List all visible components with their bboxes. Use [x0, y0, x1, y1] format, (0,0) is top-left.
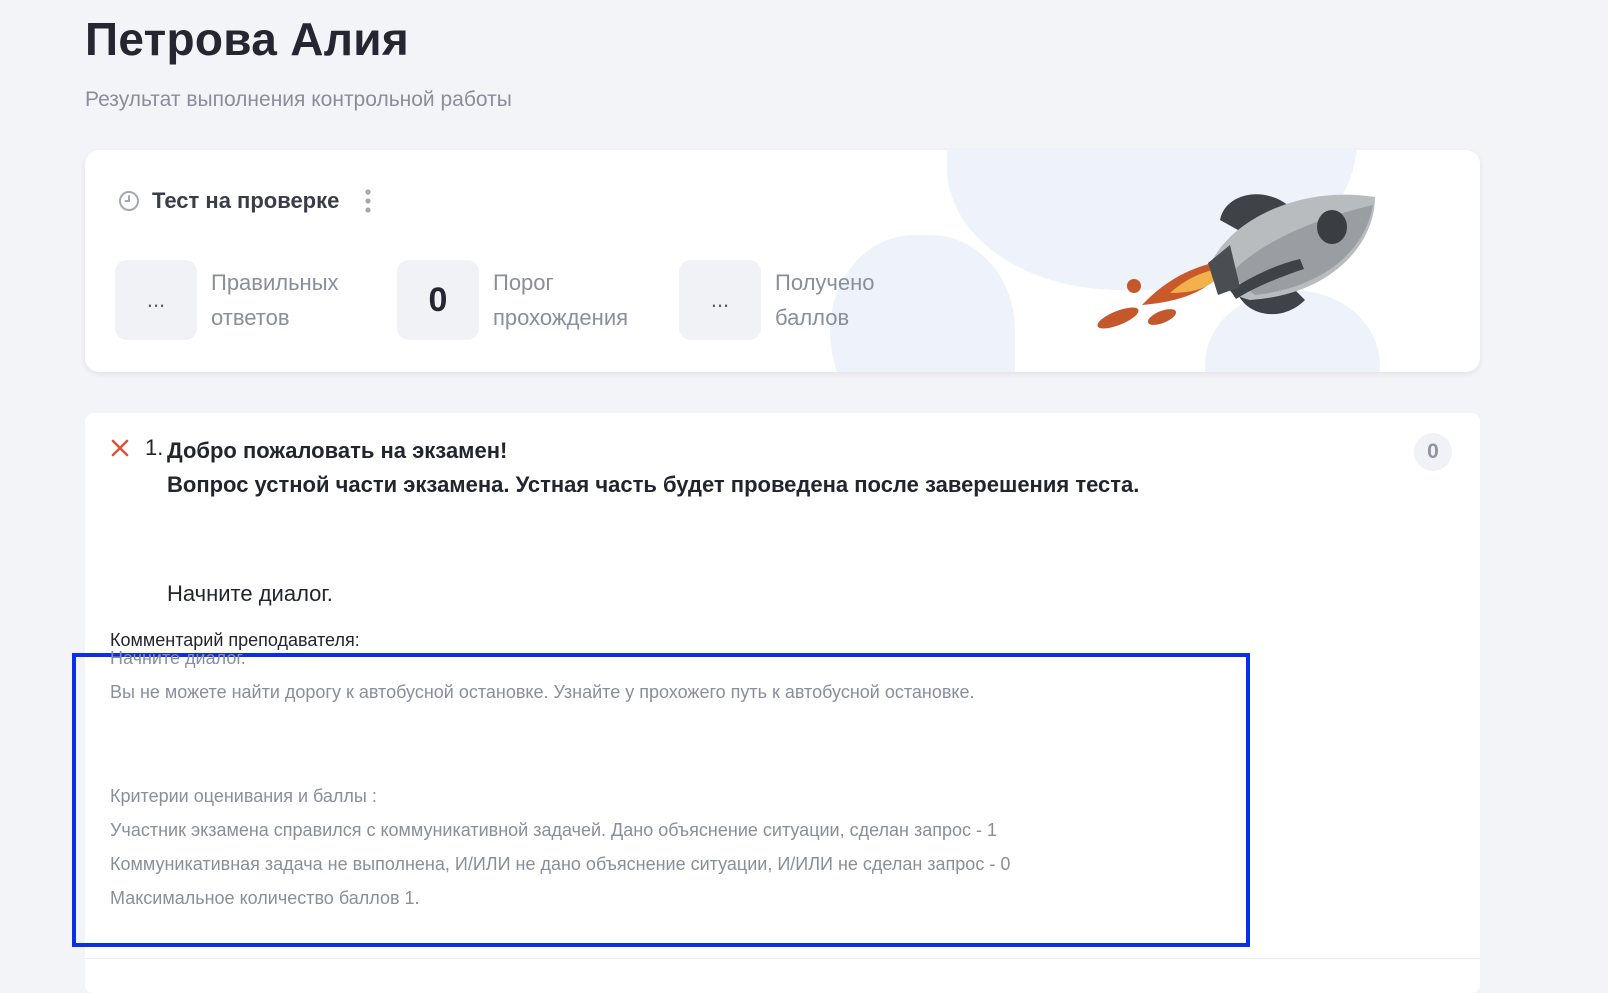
stat-pass-threshold: 0 Порог прохождения — [397, 260, 643, 340]
question-instruction: Начните диалог. — [167, 581, 333, 606]
comment-line: Участник экзамена справился с коммуникат… — [110, 820, 998, 840]
score-badge: 0 — [1414, 433, 1452, 471]
comment-line: Максимальное количество баллов 1. — [110, 888, 420, 908]
stat-label: Правильных ответов — [211, 270, 339, 330]
stat-label: Порог прохождения — [493, 270, 629, 330]
stat-value: 0 — [397, 260, 479, 340]
question-card: 1. Добро пожаловать на экзамен! Вопрос у… — [72, 413, 1480, 993]
stats-row: ... Правильных ответов 0 Порог прохожден… — [115, 260, 961, 340]
status-label: Тест на проверке — [152, 188, 340, 213]
more-vertical-icon[interactable] — [363, 188, 373, 214]
stat-correct-answers: ... Правильных ответов — [115, 260, 361, 340]
stat-value: ... — [115, 260, 197, 340]
question-number: 1. — [145, 435, 164, 460]
question-title: Добро пожаловать на экзамен! Вопрос устн… — [167, 438, 1140, 497]
test-status: Тест на проверке — [118, 188, 373, 214]
stat-label: Получено баллов — [775, 270, 875, 330]
divider — [85, 958, 1480, 959]
rocket-illustration — [1090, 175, 1390, 340]
result-summary-card: Тест на проверке ... Правильных ответов … — [85, 150, 1480, 372]
stat-points-received: ... Получено баллов — [679, 260, 925, 340]
comment-line: Критерии оценивания и баллы : — [110, 786, 377, 806]
comment-line: Начните диалог. — [110, 648, 246, 668]
stat-value: ... — [679, 260, 761, 340]
page-subtitle: Результат выполнения контрольной работы — [85, 88, 512, 111]
cross-icon — [110, 438, 130, 458]
comment-line: Вы не можете найти дорогу к автобусной о… — [110, 682, 975, 702]
comment-line: Коммуникативная задача не выполнена, И/И… — [110, 854, 1011, 874]
page-title: Петрова Алия — [85, 13, 409, 65]
clock-icon — [118, 190, 140, 212]
